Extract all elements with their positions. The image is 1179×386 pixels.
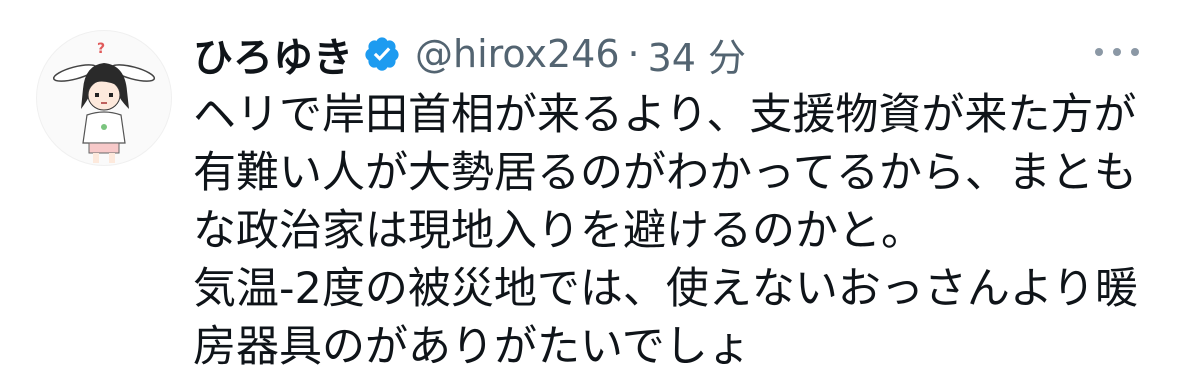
tweet-text-line: な政治家は現地入りを避けるのかと。 <box>193 206 924 256</box>
tweet-text-line: 有難い人が大勢居るのがわかってるから、まとも <box>193 148 1137 198</box>
author-handle[interactable]: @hirox246 <box>415 32 620 76</box>
tweet-text-line: 房器具のがありがたいでしょ <box>193 322 751 372</box>
tweet-text-line: 気温-2度の被災地では、使えないおっさんより暖 <box>193 264 1139 314</box>
tweet[interactable]: ? ひろゆき @hirox246 · 34 分 ヘリで岸田首相が来るより、支援物… <box>0 0 1179 386</box>
separator-dot: · <box>627 32 640 76</box>
more-horizontal-icon[interactable] <box>1095 38 1139 66</box>
more-dot <box>1095 48 1103 56</box>
tweet-text: ヘリで岸田首相が来るより、支援物資が来た方が 有難い人が大勢居るのがわかってるか… <box>193 86 1153 376</box>
avatar[interactable]: ? <box>36 30 172 166</box>
author-display-name[interactable]: ひろゆき <box>193 25 353 83</box>
more-dot <box>1113 48 1121 56</box>
tweet-text-line: ヘリで岸田首相が来るより、支援物資が来た方が <box>193 90 1137 140</box>
svg-text:?: ? <box>97 41 105 57</box>
more-dot <box>1131 48 1139 56</box>
tweet-timestamp[interactable]: 34 分 <box>648 27 746 82</box>
verified-badge-icon[interactable] <box>363 35 401 73</box>
tweet-header: ひろゆき @hirox246 · 34 分 <box>193 25 746 83</box>
avatar-illustration-icon: ? <box>52 41 156 163</box>
